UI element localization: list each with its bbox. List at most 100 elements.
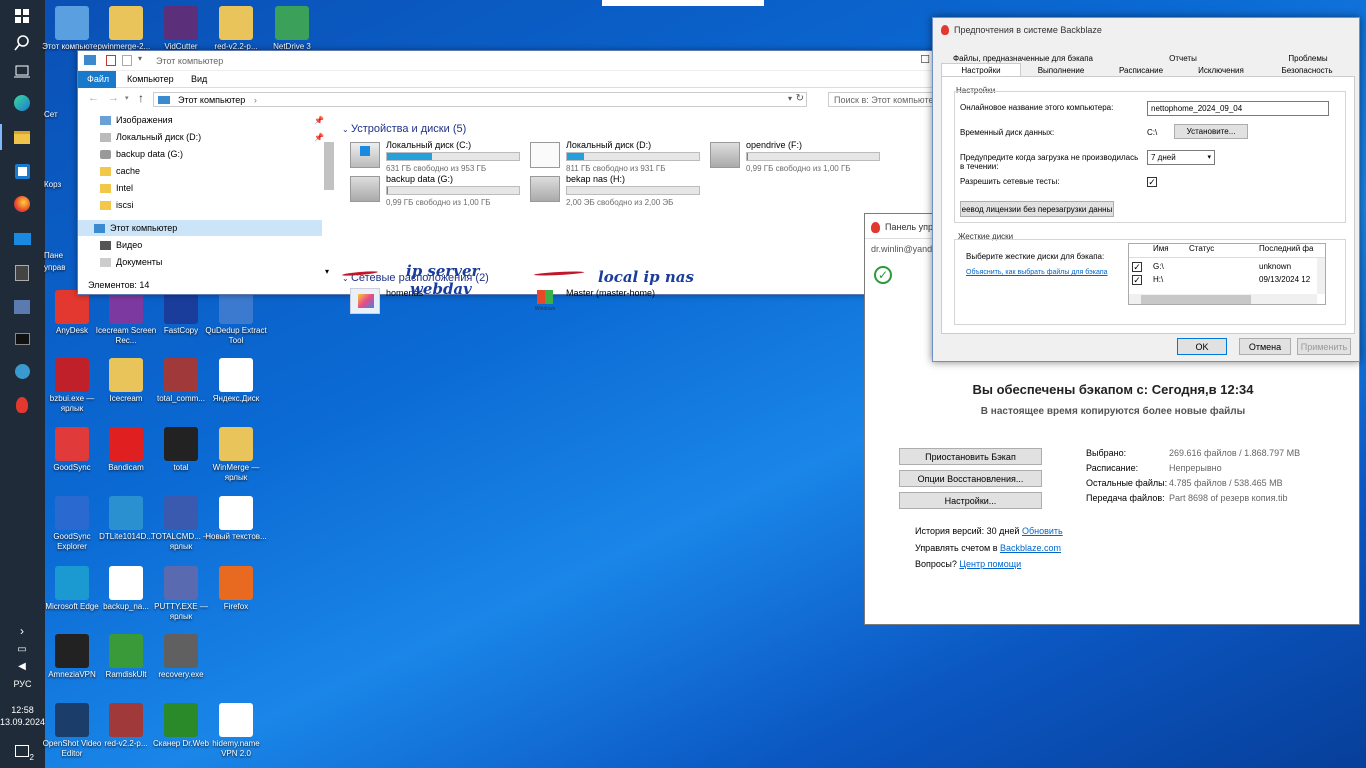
set-temp-disk-button[interactable]: Установите... xyxy=(1174,124,1248,139)
desktop-icon[interactable]: hidemy.name VPN 2.0 xyxy=(204,703,268,759)
backblaze-link[interactable]: Backblaze.com xyxy=(1000,543,1061,553)
nav-item-iscsi[interactable]: iscsi xyxy=(100,197,134,213)
volume-icon[interactable]: ◀ xyxy=(10,655,34,677)
app-taskbar-icon[interactable] xyxy=(10,262,34,284)
devices-group-header[interactable]: ⌄ Устройства и диски (5) xyxy=(342,123,466,135)
drive-item[interactable]: Локальный диск (D:) 811 ГБ свободно из 93… xyxy=(530,140,710,173)
nav-item-backup-data[interactable]: backup data (G:) xyxy=(100,146,183,162)
up-icon[interactable]: ↑ xyxy=(138,91,144,105)
chevron-down-icon[interactable]: ▾ xyxy=(138,54,142,63)
app2-taskbar-icon[interactable] xyxy=(10,296,34,318)
nav-scrollbar-thumb[interactable] xyxy=(324,142,334,190)
app3-taskbar-icon[interactable] xyxy=(10,360,34,382)
pin-icon[interactable]: 📌 xyxy=(314,116,324,125)
language-indicator[interactable]: РУС xyxy=(0,679,45,690)
desktop-icon[interactable]: red-v2.2-p... xyxy=(204,6,268,52)
start-icon[interactable] xyxy=(10,5,34,27)
nav-item-video[interactable]: Видео xyxy=(100,237,142,253)
file-explorer-taskbar-icon[interactable] xyxy=(10,126,34,148)
address-row: ← → ▾ ↑ Этот компьютер › ▾ ↻ Поиск в: Эт… xyxy=(78,89,944,111)
drive-item[interactable]: opendrive (F:) 0,99 ГБ свободно из 1,00 Г… xyxy=(710,140,890,173)
task-view-icon[interactable] xyxy=(10,60,34,82)
col-status[interactable]: Статус xyxy=(1189,244,1214,253)
disk-checkbox[interactable]: ✓ xyxy=(1132,262,1142,272)
desktop-icon-label: Яндекс.Диск xyxy=(212,394,260,403)
cancel-button[interactable]: Отмена xyxy=(1239,338,1291,355)
desktop-icon[interactable]: Firefox xyxy=(204,566,268,612)
desktop-icon[interactable]: WinMerge — ярлык xyxy=(204,427,268,483)
chevron-down-icon: ⌄ xyxy=(342,125,351,134)
recent-chevron-icon[interactable]: ▾ xyxy=(125,94,129,102)
new-folder-icon[interactable] xyxy=(122,55,132,66)
drive-name: backup data (G:) xyxy=(386,174,454,184)
drive-item[interactable]: Локальный диск (C:) 631 ГБ свободно из 95… xyxy=(350,140,530,173)
vertical-scrollbar[interactable] xyxy=(1317,258,1325,294)
warn-interval-select[interactable]: 7 дней ▾ xyxy=(1147,150,1215,165)
network-location[interactable]: Windows Master (master-home) xyxy=(530,286,710,318)
address-bar[interactable]: Этот компьютер › ▾ ↻ xyxy=(153,92,807,107)
disk-checkbox[interactable]: ✓ xyxy=(1132,275,1142,285)
app-icon xyxy=(219,290,253,324)
tab-computer[interactable]: Компьютер xyxy=(118,71,183,88)
maximize-icon[interactable]: ☐ xyxy=(920,53,930,66)
edge-taskbar-icon[interactable] xyxy=(10,92,34,114)
properties-icon[interactable] xyxy=(106,55,116,66)
desktop-icon[interactable]: Новый текстов... xyxy=(204,496,268,542)
license-transfer-button[interactable]: еевод лицензии без перезагрузки данны xyxy=(960,201,1114,217)
mail-taskbar-icon[interactable] xyxy=(10,228,34,250)
col-last[interactable]: Последний фа xyxy=(1259,244,1313,253)
nav-item-documents[interactable]: Документы xyxy=(100,254,162,270)
drive-item[interactable]: backup data (G:) 0,99 ГБ свободно из 1,00… xyxy=(350,174,530,207)
account-email: dr.winlin@yand xyxy=(871,244,933,254)
store-taskbar-icon[interactable] xyxy=(10,160,34,182)
desktop-icon[interactable]: recovery.exe xyxy=(149,634,213,680)
network-drive-icon xyxy=(100,149,111,159)
nav-item-this-pc[interactable]: Этот компьютер xyxy=(78,220,322,236)
scroll-down-icon[interactable]: ▾ xyxy=(325,267,329,276)
firefox-taskbar-icon[interactable] xyxy=(10,193,34,215)
disk-last-backup: 09/13/2024 12 xyxy=(1259,275,1311,284)
col-name[interactable]: Имя xyxy=(1153,244,1169,253)
nav-item-pictures[interactable]: Изображения xyxy=(100,112,173,128)
backblaze-taskbar-icon[interactable] xyxy=(10,394,34,416)
app-icon xyxy=(109,566,143,600)
clock-time[interactable]: 12:58 xyxy=(0,705,45,716)
restore-options-button[interactable]: Опции Восстановления... xyxy=(899,470,1042,487)
pause-backup-button[interactable]: Приостановить Бэкап xyxy=(899,448,1042,465)
terminal-taskbar-icon[interactable] xyxy=(10,328,34,350)
folder-icon xyxy=(100,166,111,176)
ok-button[interactable]: OK xyxy=(1177,338,1227,355)
video-icon xyxy=(100,240,111,250)
computer-name-input[interactable]: nettophome_2024_09_04 xyxy=(1147,101,1329,116)
search-input[interactable]: Поиск в: Этот компьютер xyxy=(828,92,940,107)
desktop-icon[interactable]: NetDrive 3 xyxy=(260,6,324,52)
clock-date[interactable]: 13.09.2024 xyxy=(0,717,45,728)
tab-view[interactable]: Вид xyxy=(182,71,216,88)
back-icon[interactable]: ← xyxy=(88,92,99,104)
desktop-icon[interactable]: Яндекс.Диск xyxy=(204,358,268,404)
apply-button[interactable]: Применить xyxy=(1297,338,1351,355)
refresh-icon[interactable]: ↻ xyxy=(796,93,804,104)
nav-item-intel[interactable]: Intel xyxy=(100,180,133,196)
update-link[interactable]: Обновить xyxy=(1022,526,1063,536)
drive-item[interactable]: bekap nas (H:) 2,00 ЭБ свободно из 2,00 Э… xyxy=(530,174,710,207)
tab-file[interactable]: Файл xyxy=(78,71,116,88)
search-icon[interactable] xyxy=(10,32,34,54)
explain-link[interactable]: Объяснить, как выбрать файлы для бэкапа xyxy=(966,269,1108,276)
address-dropdown-icon[interactable]: ▾ xyxy=(788,94,792,103)
address-chevron-icon[interactable]: › xyxy=(254,95,257,105)
pin-icon[interactable]: 📌 xyxy=(314,133,324,142)
notification-center-icon[interactable]: 2 xyxy=(10,740,34,762)
desktop-icon[interactable]: QuDedup Extract Tool xyxy=(204,290,268,346)
tab-settings[interactable]: Настройки xyxy=(941,63,1021,77)
taskbar: › ▭ ◀ РУС 12:58 13.09.2024 2 xyxy=(0,0,45,768)
nav-item-cache[interactable]: cache xyxy=(100,163,140,179)
app-icon xyxy=(219,427,253,461)
horizontal-scrollbar[interactable] xyxy=(1129,294,1317,304)
network-test-checkbox[interactable]: ✓ xyxy=(1147,177,1157,187)
settings-button[interactable]: Настройки... xyxy=(899,492,1042,509)
nav-item-disk-d[interactable]: Локальный диск (D:) xyxy=(100,129,201,145)
explorer-titlebar[interactable]: ▾ Этот компьютер ☐ xyxy=(78,51,942,71)
help-center-link[interactable]: Центр помощи xyxy=(959,559,1021,569)
forward-icon[interactable]: → xyxy=(108,92,119,104)
